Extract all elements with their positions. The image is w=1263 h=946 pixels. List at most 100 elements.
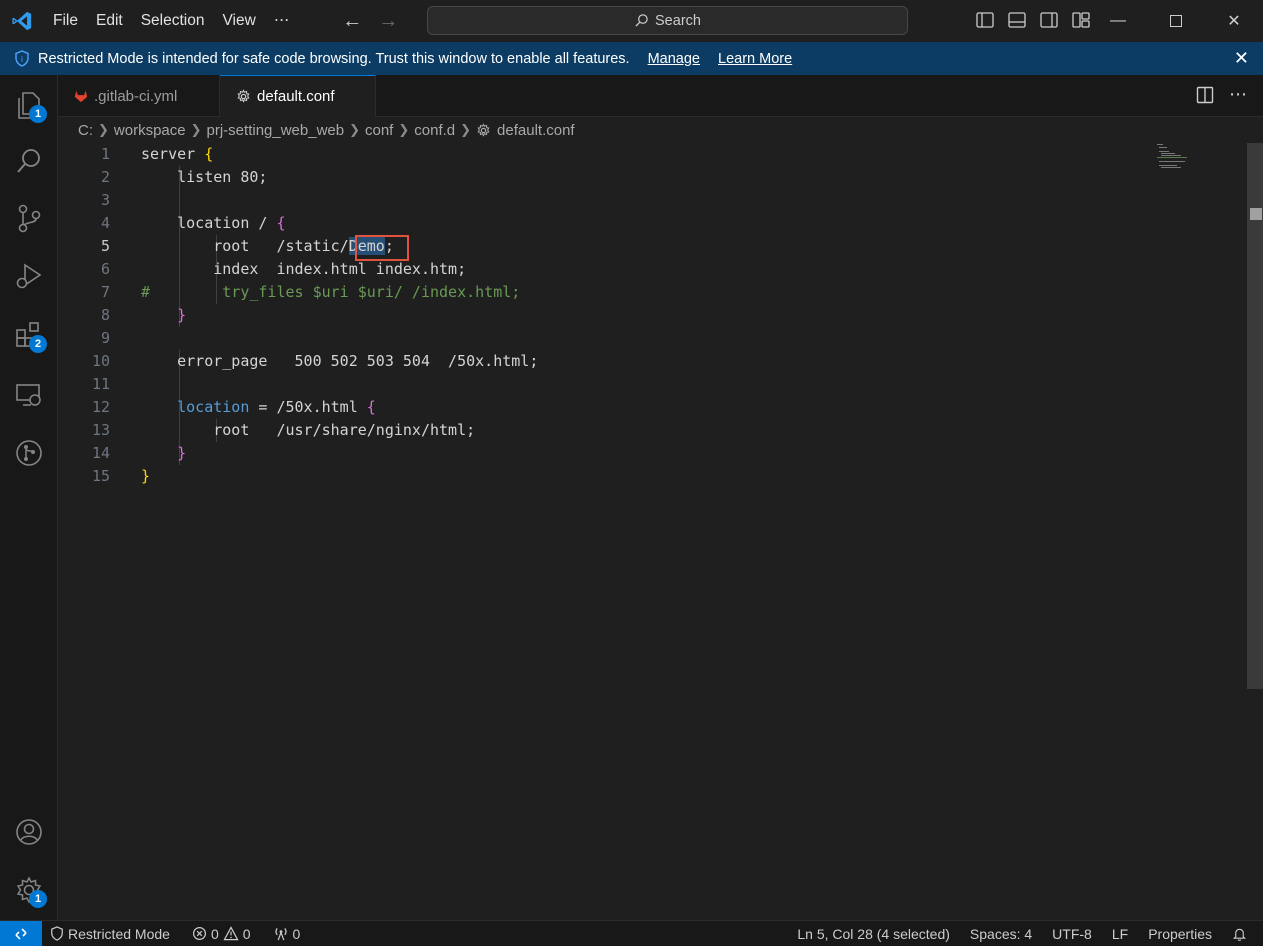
search-label: Search: [655, 12, 701, 29]
indentation-status[interactable]: Spaces: 4: [960, 921, 1042, 946]
code-line[interactable]: 15}: [58, 465, 1208, 488]
maximize-icon[interactable]: [1147, 0, 1205, 42]
line-number: 14: [91, 444, 110, 462]
window-controls: — ✕: [1089, 0, 1263, 42]
menu-file[interactable]: File: [44, 0, 87, 42]
code-editor[interactable]: 1 server {2 listen 80; 3 4 location / {5 ro…: [58, 143, 1248, 920]
code-line[interactable]: 8 }: [58, 304, 1208, 327]
ports-status[interactable]: 0: [265, 921, 309, 946]
code-line[interactable]: 7 # try_files $uri $uri/ /index.html;: [58, 281, 1208, 304]
activity-bar: 1 2 1: [0, 75, 58, 920]
breadcrumb: C: ❯ workspace ❯ prj-setting_web_web ❯ c…: [78, 119, 575, 141]
minimize-icon[interactable]: —: [1089, 0, 1147, 42]
breadcrumb-item[interactable]: conf.d: [414, 122, 455, 139]
line-number: 7: [100, 283, 110, 301]
toggle-primary-sidebar-icon[interactable]: [975, 10, 995, 30]
gitlens-icon[interactable]: [0, 425, 58, 481]
menu-view[interactable]: View: [213, 0, 264, 42]
breadcrumb-item[interactable]: prj-setting_web_web: [207, 122, 345, 139]
code-token: ;: [466, 421, 476, 439]
cursor-position[interactable]: Ln 5, Col 28 (4 selected): [787, 921, 960, 946]
menu-edit[interactable]: Edit: [87, 0, 132, 42]
search-view-icon[interactable]: [0, 133, 58, 189]
language-mode[interactable]: Properties: [1138, 921, 1222, 946]
learn-more-link[interactable]: Learn More: [718, 51, 792, 67]
accounts-icon[interactable]: [0, 804, 58, 860]
chevron-right-icon: ❯: [349, 122, 360, 137]
line-number: 15: [91, 467, 110, 485]
gitlab-icon: [74, 89, 88, 103]
scrollbar-cursor-marker: [1250, 208, 1262, 220]
more-actions-icon[interactable]: ⋯: [1229, 85, 1247, 105]
remote-explorer-icon[interactable]: [0, 367, 58, 423]
encoding-status[interactable]: UTF-8: [1042, 921, 1102, 946]
code-token: root /usr/share/nginx/html: [141, 421, 467, 439]
remote-indicator-icon[interactable]: [0, 920, 42, 946]
line-code: location / {: [141, 212, 286, 235]
source-control-icon[interactable]: [0, 190, 58, 246]
chevron-right-icon: ❯: [460, 122, 472, 137]
code-line[interactable]: 10 error_page 500 502 503 504 /50x.html;: [58, 350, 1208, 373]
vertical-scrollbar[interactable]: [1247, 143, 1263, 689]
chevron-right-icon: ❯: [98, 122, 109, 137]
forward-arrow-icon[interactable]: →: [378, 10, 398, 33]
shield-icon: i: [14, 50, 30, 67]
code-token: }: [141, 444, 187, 462]
problems-status[interactable]: 0 0: [184, 921, 259, 946]
toggle-secondary-sidebar-icon[interactable]: [1039, 10, 1059, 30]
tab-default-conf[interactable]: default.conf: [220, 75, 376, 117]
menu-selection[interactable]: Selection: [132, 0, 214, 42]
banner-close-icon[interactable]: ✕: [1234, 48, 1249, 69]
restricted-mode-label: Restricted Mode: [68, 925, 170, 942]
code-line[interactable]: 6 index index.html index.htm;: [58, 258, 1208, 281]
customize-layout-icon[interactable]: [1071, 10, 1091, 30]
code-line[interactable]: 13 root /usr/share/nginx/html;: [58, 419, 1208, 442]
warning-count: 0: [242, 925, 251, 942]
code-token: }: [141, 467, 151, 485]
code-line[interactable]: 14 }: [58, 442, 1208, 465]
extensions-icon[interactable]: 2: [0, 307, 58, 363]
line-code: }: [141, 465, 150, 488]
tab-gitlab-ci[interactable]: .gitlab-ci.yml: [58, 75, 220, 117]
close-window-icon[interactable]: ✕: [1205, 0, 1263, 42]
line-number: 2: [100, 168, 110, 186]
code-line[interactable]: 11: [58, 373, 1208, 396]
command-center-search[interactable]: Search: [427, 6, 908, 35]
code-line[interactable]: 1 server {: [58, 143, 1208, 166]
menu-more[interactable]: ⋯: [265, 0, 299, 42]
breadcrumb-item[interactable]: default.conf: [497, 122, 575, 139]
code-token: ;: [258, 168, 268, 186]
notifications-bell-icon[interactable]: [1222, 921, 1263, 946]
explorer-icon[interactable]: 1: [0, 77, 58, 133]
code-line[interactable]: 4 location / {: [58, 212, 1208, 235]
code-line[interactable]: 9: [58, 327, 1208, 350]
code-line[interactable]: 2 listen 80;: [58, 166, 1208, 189]
run-debug-icon[interactable]: [0, 248, 58, 304]
manage-link[interactable]: Manage: [648, 51, 700, 67]
eol-status[interactable]: LF: [1102, 921, 1138, 946]
selection-highlight-box: [355, 235, 409, 261]
breadcrumb-item[interactable]: C:: [78, 122, 93, 139]
banner-message: Restricted Mode is intended for safe cod…: [38, 50, 630, 67]
navigation-arrows: ← →: [342, 10, 398, 33]
code-token: {: [366, 398, 376, 416]
code-line[interactable]: 5 root /static/Demo;: [58, 235, 1208, 258]
settings-gear-icon[interactable]: 1: [0, 862, 58, 918]
code-token: location: [141, 398, 250, 416]
breadcrumb-item[interactable]: workspace: [114, 122, 186, 139]
code-token: index index.html index.htm: [141, 260, 458, 278]
line-number: 9: [100, 329, 110, 347]
split-editor-icon[interactable]: [1195, 85, 1215, 105]
code-line[interactable]: 3: [58, 189, 1208, 212]
code-token: {: [276, 214, 286, 232]
back-arrow-icon[interactable]: ←: [342, 10, 362, 33]
status-bar: Restricted Mode 0 0 0 Ln 5, Col 28 (4 se…: [0, 920, 1263, 946]
restricted-mode-status[interactable]: Restricted Mode: [42, 921, 178, 946]
error-count: 0: [210, 925, 219, 942]
line-number: 13: [91, 421, 110, 439]
minimap[interactable]: [1155, 143, 1195, 173]
toggle-panel-icon[interactable]: [1007, 10, 1027, 30]
breadcrumb-item[interactable]: conf: [365, 122, 393, 139]
gear-icon: [236, 89, 251, 104]
code-line[interactable]: 12 location = /50x.html {: [58, 396, 1208, 419]
